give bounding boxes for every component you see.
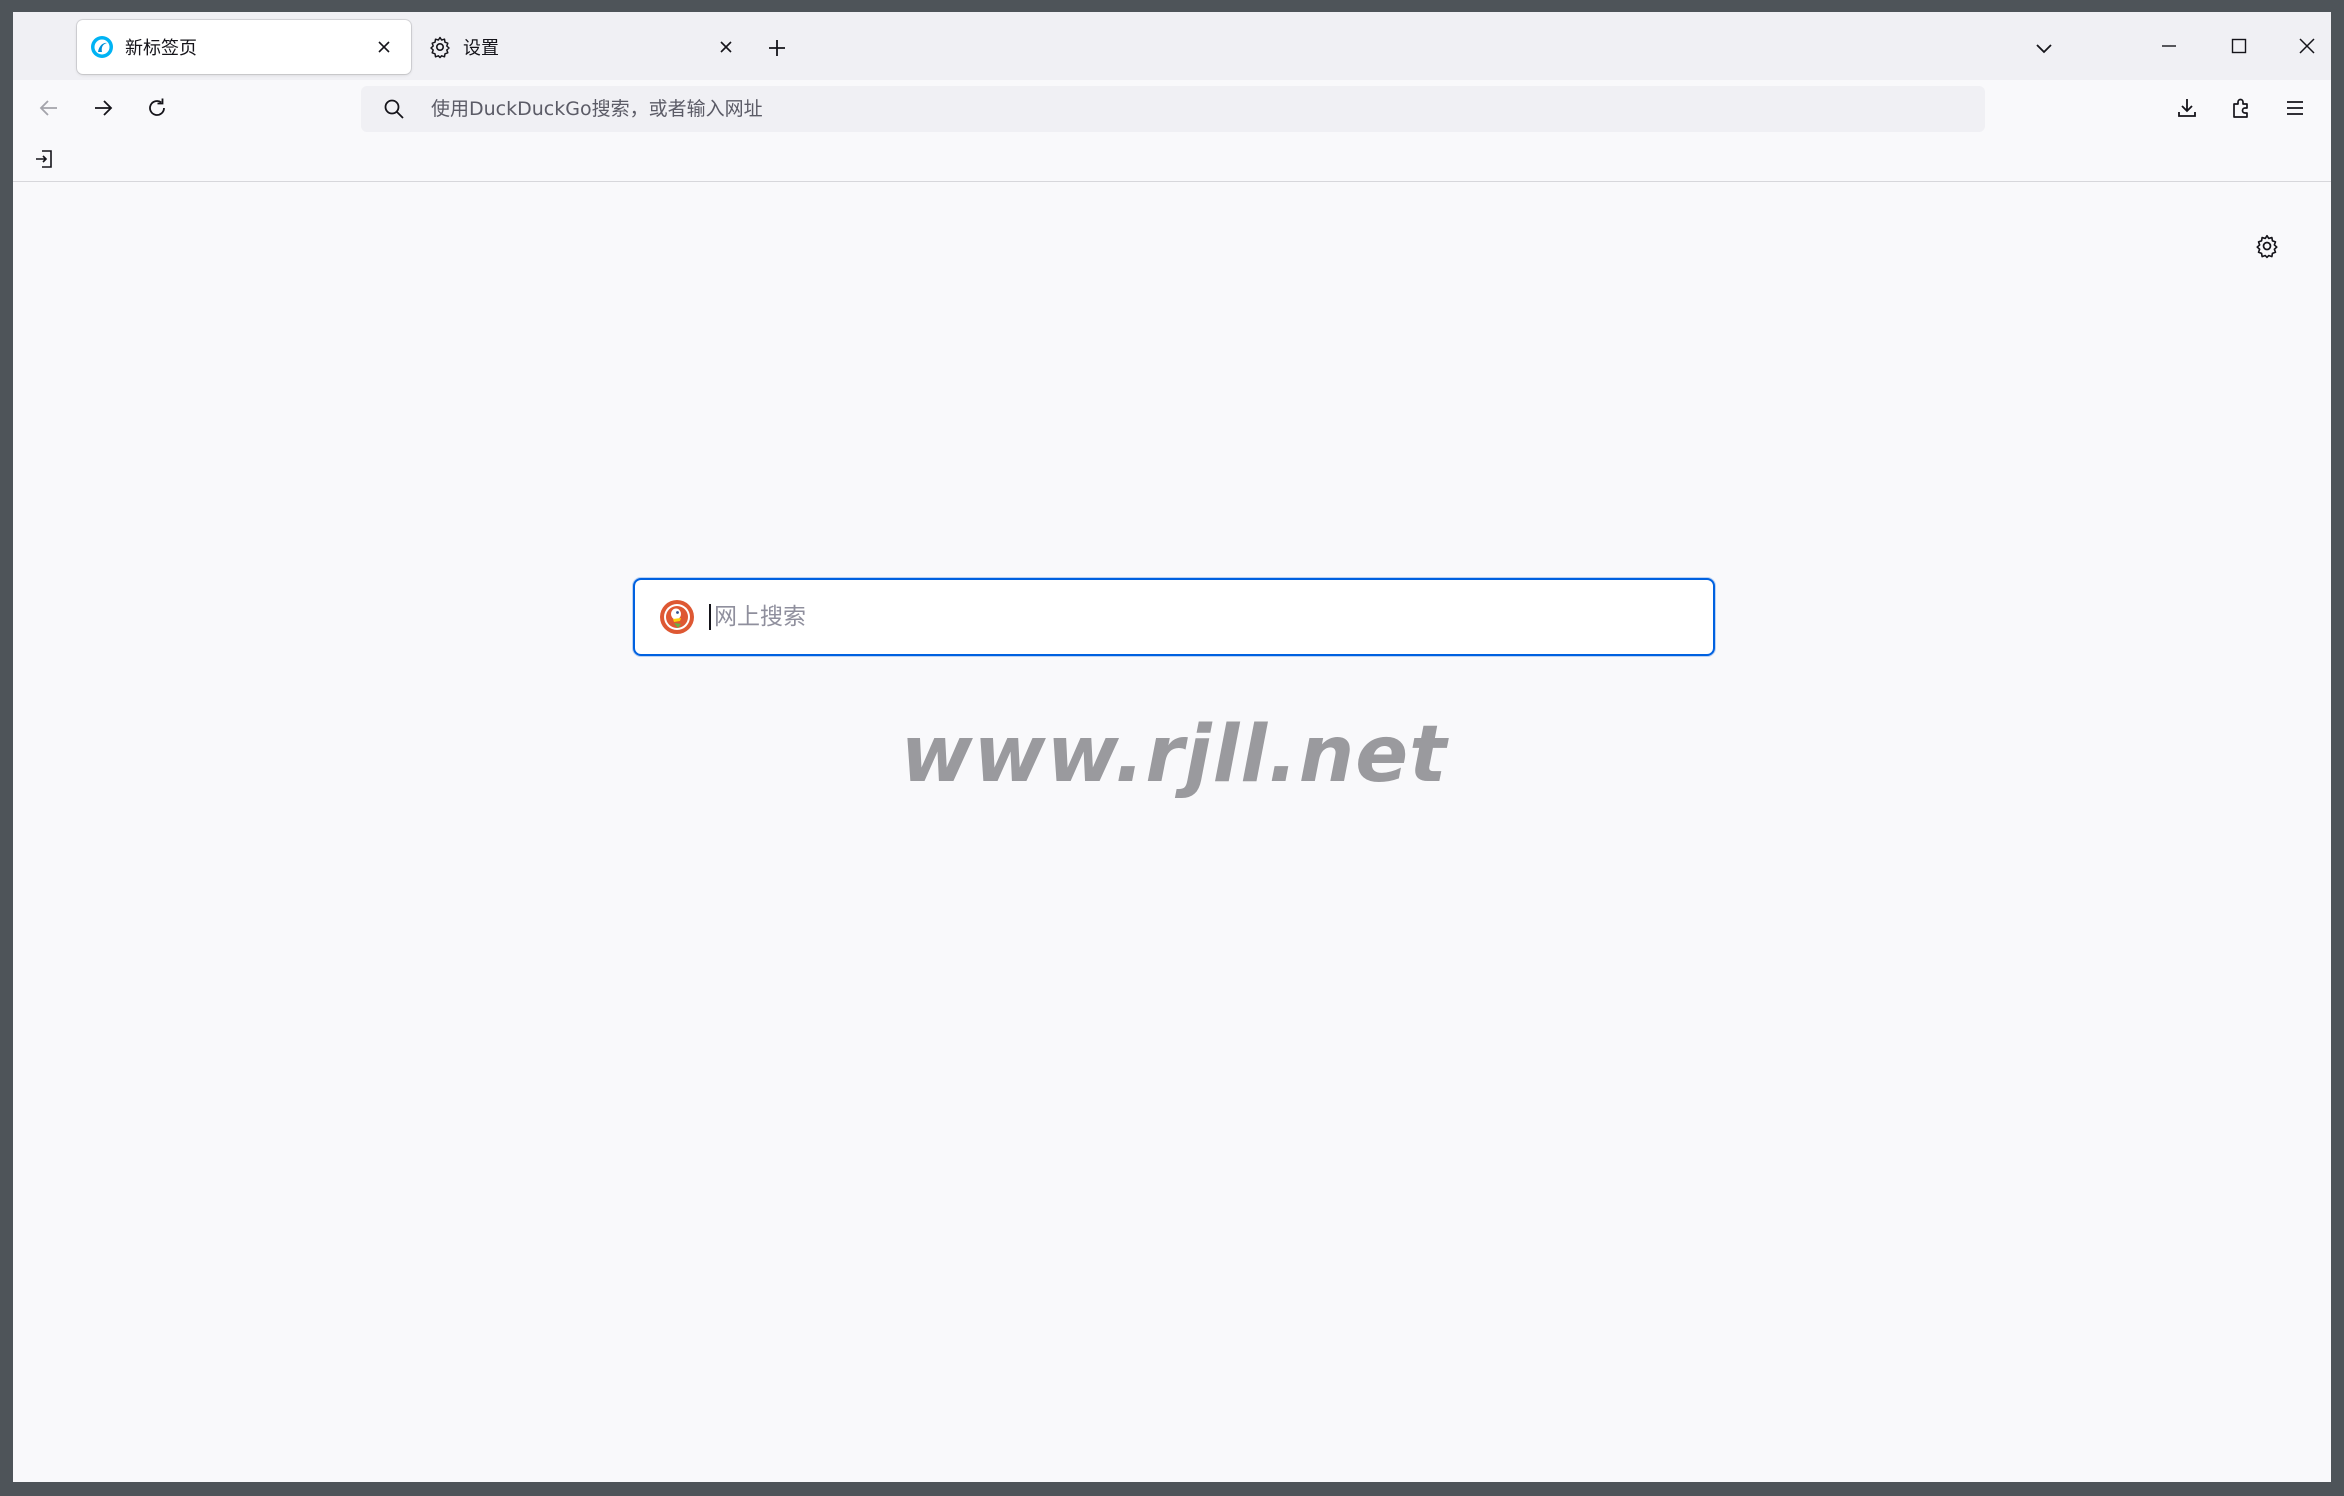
chevron-down-icon [2036,44,2052,54]
reload-button[interactable] [137,88,177,128]
browser-window: 新标签页 设置 使用DuckDuckGo搜索，或者输入网址 网上搜索 www.r… [13,12,2331,1482]
maximize-button[interactable] [2209,26,2269,66]
puzzle-piece-icon [2233,98,2248,118]
list-all-tabs-button[interactable] [2027,32,2061,64]
bookmarks-toolbar [13,136,2331,182]
web-search-box[interactable] [633,578,1715,656]
tab-label: 新标签页 [125,38,197,59]
close-tab-icon[interactable] [711,32,741,62]
close-icon [2299,38,2315,54]
arrow-left-icon [39,100,57,116]
import-icon [36,150,52,168]
url-bar[interactable] [361,86,1985,132]
plus-icon [769,40,785,56]
reload-icon [149,98,165,116]
app-menu-button[interactable] [2275,88,2315,128]
minimize-icon [2162,45,2176,47]
import-bookmarks-button[interactable] [29,144,59,174]
new-tab-page: www.rjll.net [13,182,2331,1482]
minimize-button[interactable] [2139,26,2199,66]
close-tab-icon[interactable] [369,32,399,62]
downloads-button[interactable] [2167,88,2207,128]
forward-button[interactable] [83,88,123,128]
duckduckgo-icon [660,600,694,634]
maximize-icon [2231,38,2247,54]
download-icon [2178,99,2196,117]
tab-strip: 新标签页 设置 [13,12,2331,80]
text-caret [709,604,711,630]
close-window-button[interactable] [2277,26,2331,66]
watermark-text: www.rjll.net [900,710,1448,800]
gear-icon [2256,234,2278,259]
search-icon [381,96,407,122]
page-settings-button[interactable] [2251,230,2283,262]
back-button[interactable] [29,88,69,128]
hamburger-menu-icon [2287,101,2303,115]
firefox-logo-icon [89,34,115,60]
nav-toolbar [13,80,2331,136]
tab-label: 设置 [463,38,499,59]
tab-settings[interactable]: 设置 [415,20,753,74]
url-input[interactable] [429,97,1985,121]
search-input[interactable] [712,603,1713,631]
gear-icon [427,34,453,60]
arrow-right-icon [95,100,113,116]
tab-new-tab[interactable]: 新标签页 [77,20,411,74]
extensions-button[interactable] [2221,88,2261,128]
new-tab-button[interactable] [761,32,793,64]
